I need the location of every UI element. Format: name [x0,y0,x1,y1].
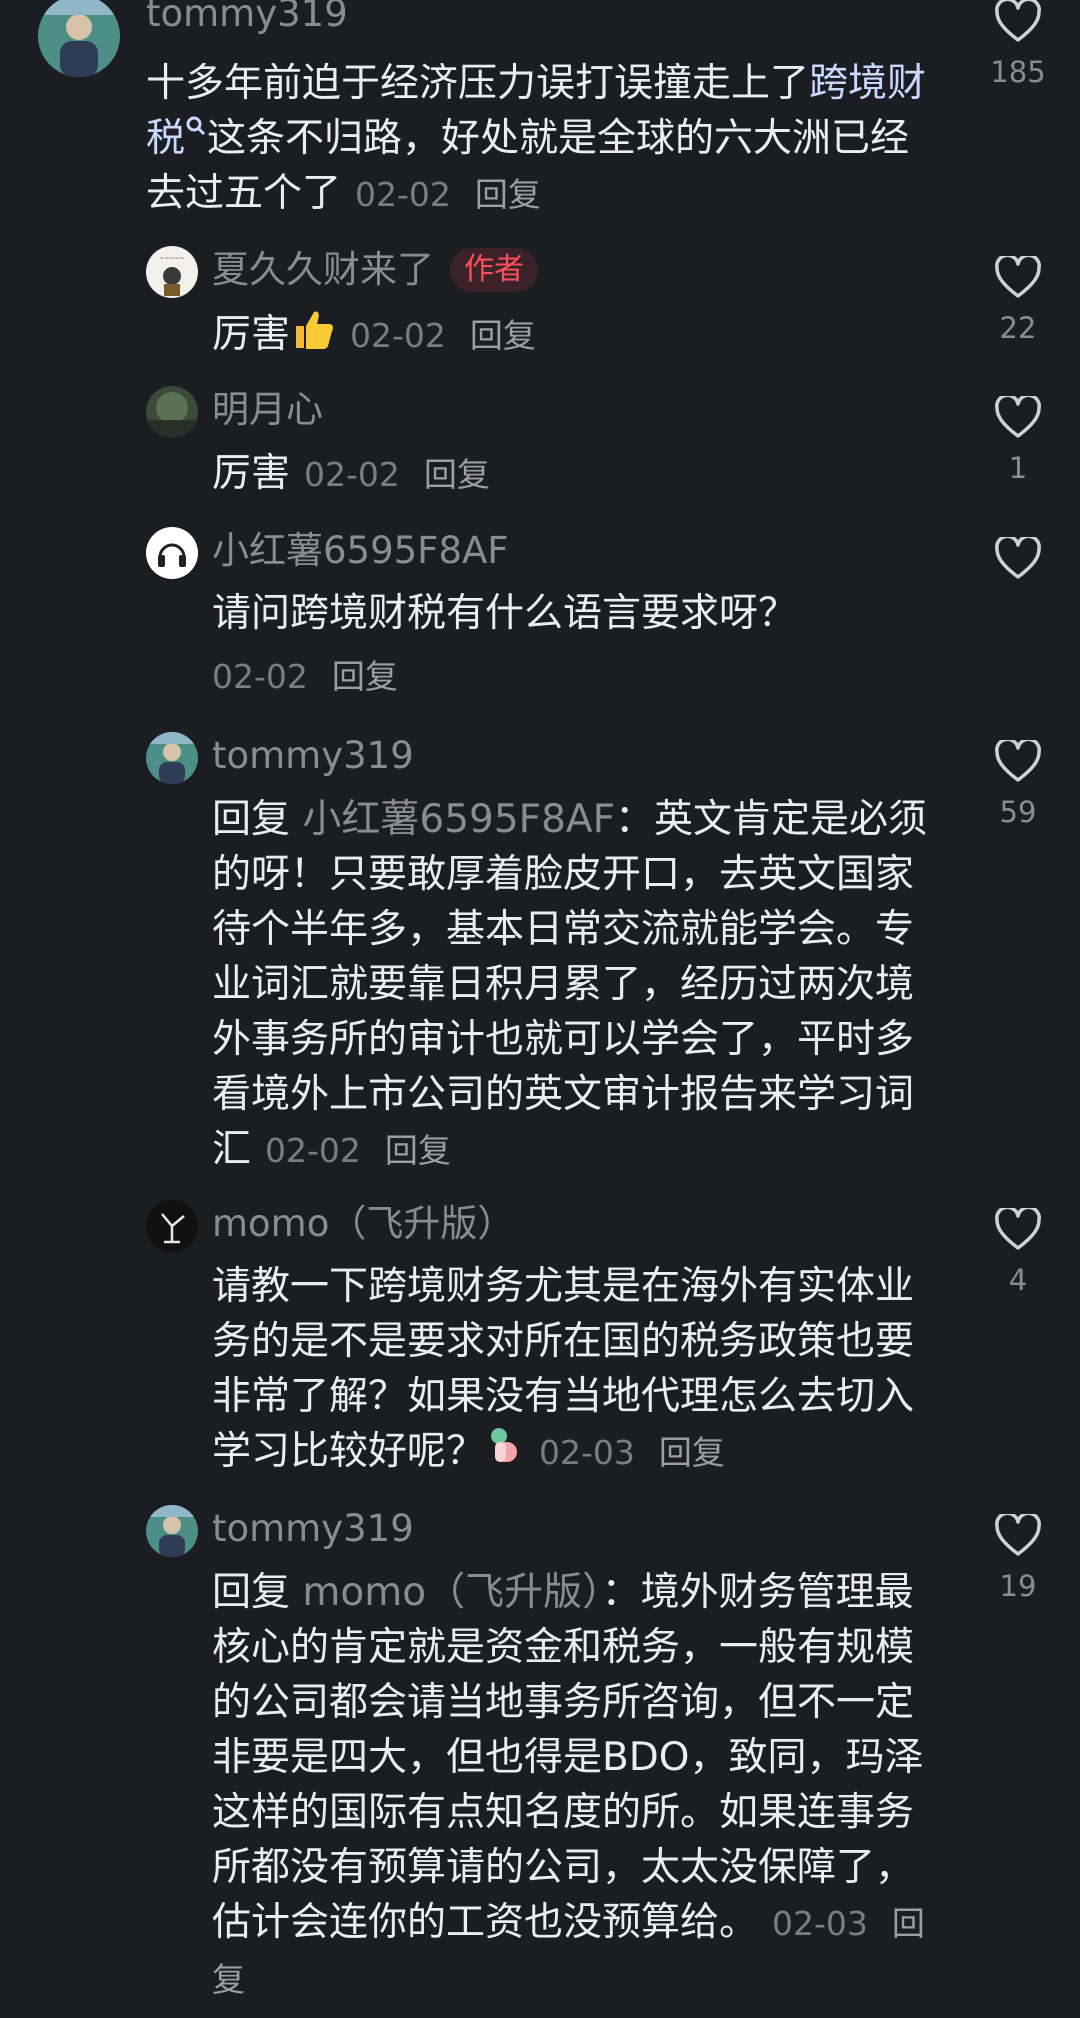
like-count: 59 [999,795,1037,829]
comment-author[interactable]: 夏久久财来了 作者 [212,248,538,292]
like-button[interactable]: 185 [973,0,1063,90]
like-count: 1 [1008,451,1028,485]
reply-button[interactable]: 回复 [332,657,398,696]
like-button[interactable]: 22 [973,256,1063,346]
comment-author[interactable]: momo（飞升版） [212,1202,514,1246]
like-button[interactable]: 1 [973,396,1063,486]
reply-prefix: 回复 [212,797,291,842]
like-button[interactable]: 4 [973,1208,1063,1298]
pill-icon [485,1424,525,1483]
like-button[interactable] [973,537,1063,581]
avatar[interactable] [146,732,198,784]
comment-body: 厉害 [212,312,291,357]
avatar[interactable] [38,0,120,77]
comment-text: 厉害 02-02 回复 [212,306,952,367]
search-icon [185,116,207,161]
comment-author[interactable]: tommy319 [146,0,348,36]
heart-icon [995,1208,1041,1250]
comment-author[interactable]: tommy319 [212,1507,414,1551]
like-count: 4 [1008,1263,1028,1297]
heart-icon [995,1514,1041,1556]
comment-meta: 02-02 回复 [198,648,938,704]
comment-date: 02-03 [539,1433,635,1472]
comment-author[interactable]: tommy319 [212,734,414,778]
comment-date: 02-02 [304,455,400,494]
comment-date: 02-02 [350,316,446,355]
comment-date: 02-02 [212,657,308,696]
avatar[interactable] [146,1200,198,1252]
thumbs-up-icon [290,306,336,367]
comment-text: 十多年前迫于经济压力误打误撞走上了跨境财税 这条不归路，好处就是全球的六大洲已经去… [146,56,946,222]
reply-button[interactable]: 回复 [470,316,536,355]
comment-body: ：英文肯定是必须的呀！只要敢厚着脸皮开口，去英文国家待个半年多，基本日常交流就能… [212,797,928,1172]
mention-link[interactable]: momo（飞升版） [302,1570,601,1615]
comment-text: 请问跨境财税有什么语言要求呀？ [212,586,952,641]
reply-button[interactable]: 回复 [475,175,541,214]
comment-date: 02-02 [265,1131,361,1170]
comment-text: 请教一下跨境财务尤其是在海外有实体业务的是不是要求对所在国的税务政策也要非常了解… [212,1259,952,1483]
author-badge: 作者 [450,248,538,292]
comment-body: 十多年前迫于经济压力误打误撞走上了 [146,61,810,106]
comment-text: 回复 momo（飞升版）：境外财务管理最核心的肯定就是资金和税务，一般有规模的公… [212,1565,952,2007]
reply-button[interactable]: 回复 [424,455,490,494]
reply-prefix: 回复 [212,1570,291,1615]
like-button[interactable]: 19 [973,1514,1063,1604]
heart-icon [995,0,1041,42]
comment-body: ：境外财务管理最核心的肯定就是资金和税务，一般有规模的公司都会请当地事务所咨询，… [212,1570,924,1945]
like-button[interactable]: 59 [973,740,1063,830]
comment-body: 请问跨境财税有什么语言要求呀？ [212,591,798,636]
like-count: 19 [999,1569,1037,1603]
mention-link[interactable]: 小红薯6595F8AF [302,797,615,842]
avatar[interactable] [146,386,198,438]
comment-text: 回复 小红薯6595F8AF：英文肯定是必须的呀！只要敢厚着脸皮开口，去英文国家… [212,792,952,1178]
comment-author[interactable]: 明月心 [212,388,323,432]
reply-button[interactable]: 回复 [385,1131,451,1170]
heart-icon [995,396,1041,438]
avatar[interactable] [146,1505,198,1557]
like-count: 22 [999,311,1037,345]
heart-icon [995,256,1041,298]
avatar[interactable]: ~~~~~ [146,246,198,298]
like-count: 185 [990,55,1046,89]
comment-date: 02-02 [355,175,451,214]
svg-text:~~~~~: ~~~~~ [159,255,184,262]
avatar[interactable] [146,527,198,579]
heart-icon [995,537,1041,579]
heart-icon [995,740,1041,782]
comment-date: 02-03 [772,1904,868,1943]
reply-button[interactable]: 回复 [659,1433,725,1472]
author-name[interactable]: 夏久久财来了 [212,248,434,291]
comment-author[interactable]: 小红薯6595F8AF [212,529,509,573]
comment-body: 厉害 [212,451,291,496]
comment-text: 厉害 02-02 回复 [212,446,952,502]
